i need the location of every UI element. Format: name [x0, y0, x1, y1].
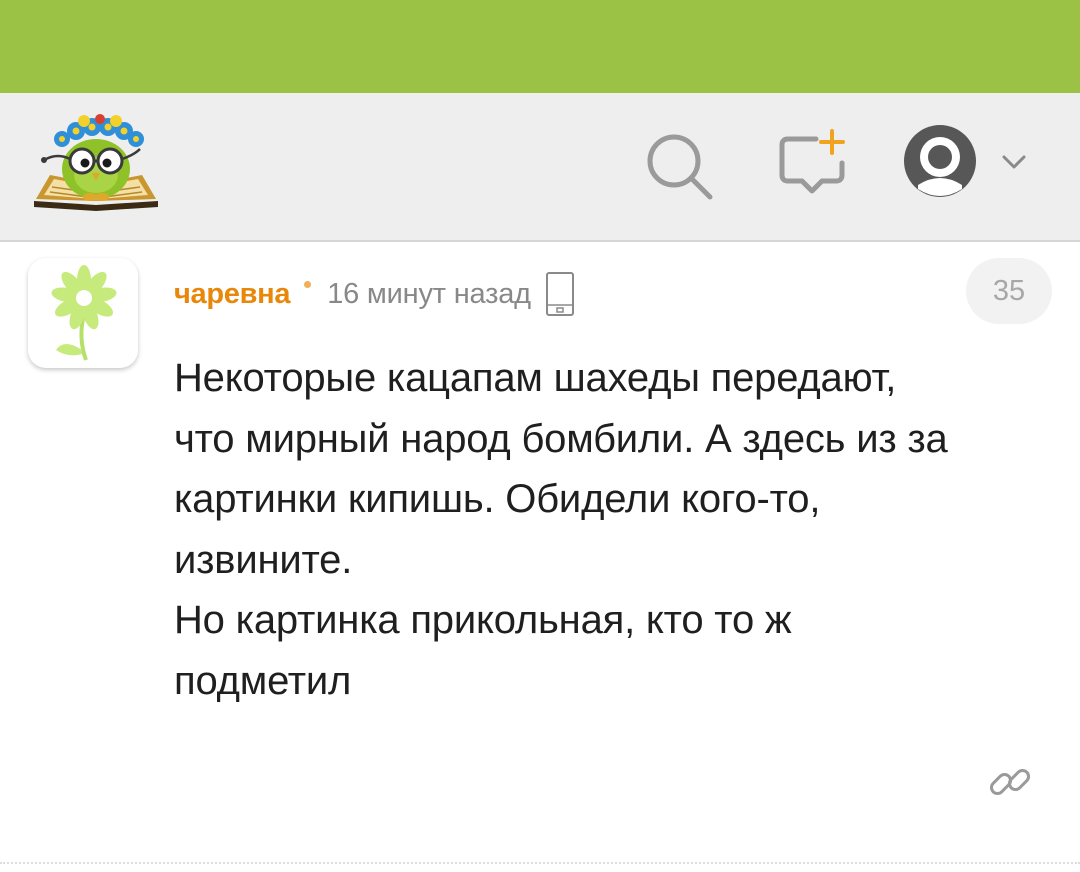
mobile-phone-icon: [545, 272, 574, 316]
comment-meta: чаревна 16 минут назад: [174, 272, 575, 316]
chevron-down-icon: [1002, 155, 1026, 169]
author-name[interactable]: чаревна: [174, 278, 290, 311]
comment-link-button[interactable]: [984, 756, 1036, 808]
comment-text-line: картинки кипишь. Обидели кого-то,: [174, 477, 821, 521]
user-avatar-icon: [904, 125, 976, 197]
search-icon: [647, 134, 713, 200]
search-button[interactable]: [642, 129, 718, 205]
comment-text: Некоторые кацапам шахеды передают, что м…: [174, 348, 1064, 711]
status-bar: [0, 0, 1080, 93]
app-header: [0, 93, 1080, 242]
site-logo[interactable]: [30, 109, 162, 214]
comment-text-line: что мирный народ бомбили. А здесь из за: [174, 416, 948, 461]
comment-text-line: Но картинка прикольная, кто то ж: [174, 598, 792, 642]
chamomile-flower-avatar-icon: [51, 265, 117, 361]
comment-rating[interactable]: 35: [966, 258, 1052, 324]
separator-dot: [304, 280, 312, 288]
comment-text-line: Некоторые кацапам шахеды передают,: [174, 356, 897, 400]
link-icon: [989, 768, 1031, 796]
new-post-icon: [779, 129, 845, 194]
comment-text-line: извините.: [174, 537, 353, 582]
account-menu-button[interactable]: [898, 121, 1038, 207]
comment-card: чаревна 16 минут назад 35 Некоторые каца…: [0, 242, 1080, 864]
new-post-button[interactable]: [774, 127, 850, 203]
divider: [0, 862, 1080, 864]
comment-time: 16 минут назад: [327, 277, 531, 310]
author-avatar[interactable]: [28, 258, 138, 368]
comment-text-line: подметил: [174, 658, 352, 703]
owl-on-book-logo-icon: [34, 114, 158, 211]
